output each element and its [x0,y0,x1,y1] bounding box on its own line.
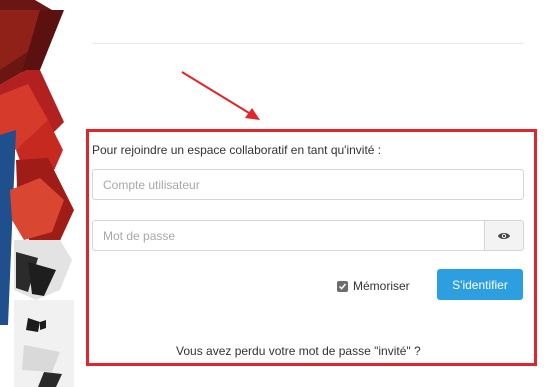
checkmark-icon[interactable] [337,280,348,292]
top-divider [92,43,524,44]
show-password-button[interactable] [484,220,524,251]
eye-icon [498,232,510,239]
arrow-icon [181,71,260,120]
guest-intro-text: Pour rejoindre un espace collaboratif en… [92,143,382,157]
password-input[interactable] [92,220,485,251]
remember-label: Mémoriser [353,279,410,293]
background-photo [0,0,76,387]
forgot-password-link[interactable]: Vous avez perdu votre mot de passe "invi… [176,344,421,358]
remember-checkbox[interactable]: Mémoriser [337,279,410,293]
username-input[interactable] [92,169,524,200]
login-button[interactable]: S'identifier [437,269,523,300]
